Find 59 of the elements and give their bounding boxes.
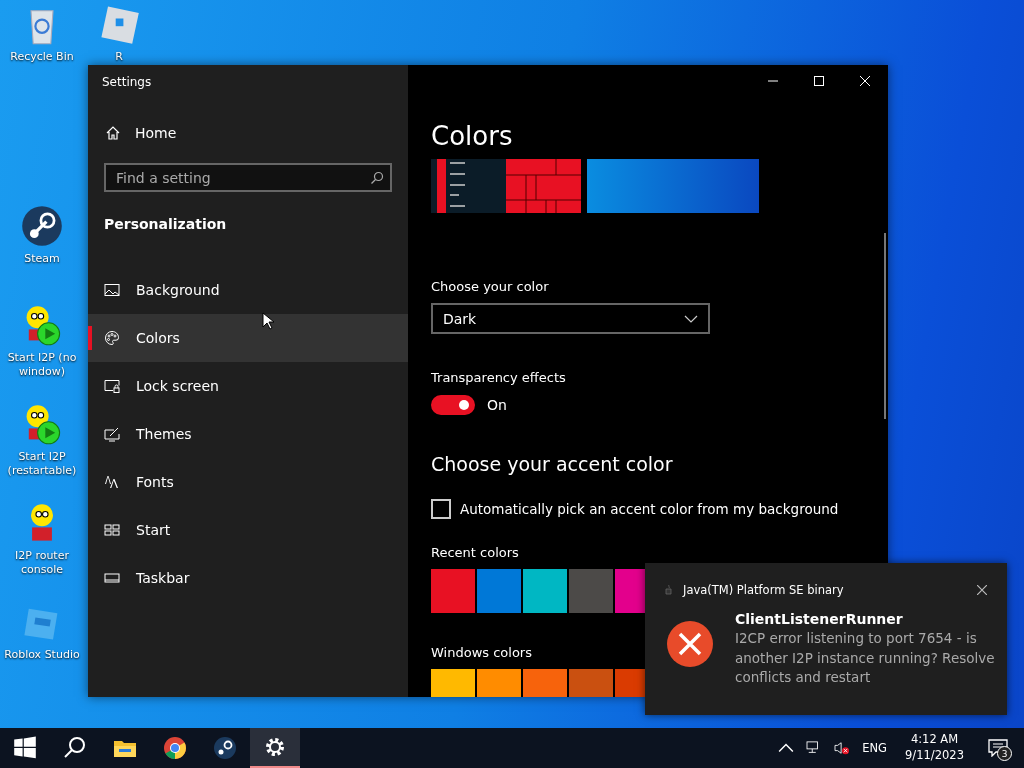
themes-icon <box>104 426 120 442</box>
steam-icon[interactable] <box>20 204 64 248</box>
nav-item[interactable]: Colors <box>88 314 408 362</box>
message-icon <box>988 739 1008 757</box>
cup-icon <box>665 584 673 596</box>
home-icon <box>105 125 121 141</box>
app-name: Java(TM) Platform SE binary <box>683 583 845 597</box>
taskbar-icon <box>104 570 120 586</box>
page-heading: Colors <box>431 121 513 151</box>
taskbar-settings-button[interactable] <box>250 728 300 768</box>
maximize-icon <box>814 76 824 86</box>
field-label: Transparency effects <box>431 370 566 385</box>
checkbox-label: Automatically pick an accent color from my background <box>460 501 839 517</box>
field-label: Recent colors <box>431 545 519 560</box>
chevron-up-icon[interactable] <box>778 741 795 755</box>
background-icon <box>104 282 120 298</box>
fonts-icon <box>104 474 120 490</box>
notification-title: ClientListenerRunner <box>735 611 904 627</box>
window-title: Settings <box>102 75 153 89</box>
home-link[interactable]: Home <box>105 125 408 141</box>
close-icon <box>860 76 870 86</box>
nav-item[interactable]: Themes <box>88 410 408 458</box>
nav-item[interactable]: Taskbar <box>88 554 408 602</box>
scrollbar[interactable] <box>884 233 886 419</box>
steam-icon <box>213 736 237 760</box>
muted-speaker-icon[interactable] <box>834 741 851 755</box>
color-swatch[interactable] <box>569 569 613 613</box>
start-icon <box>104 522 120 538</box>
checkbox[interactable] <box>431 499 451 519</box>
notification-message: I2CP error listening to port 7654 - is another I2P instance running? Resolve conflicts and restart <box>735 629 995 688</box>
color-mode-dropdown[interactable]: Dark <box>431 303 710 334</box>
field-label: Choose your color <box>431 279 549 294</box>
color-swatch[interactable] <box>431 569 475 613</box>
gear-icon <box>263 735 287 759</box>
browser-icon <box>163 736 187 760</box>
chevron-down-icon <box>684 314 698 323</box>
nav-item[interactable]: Lock screen <box>88 362 408 410</box>
windows-logo-icon <box>13 736 37 760</box>
search-icon <box>63 736 87 760</box>
clock[interactable]: 4:12 AM 9/11/2023 <box>905 732 964 764</box>
mouse-cursor-icon <box>262 312 274 330</box>
toggle-switch[interactable] <box>431 395 475 415</box>
color-swatch[interactable] <box>477 569 521 613</box>
language-indicator[interactable]: ENG <box>862 741 888 755</box>
colors-icon <box>104 330 120 346</box>
nav-item[interactable]: Background <box>88 266 408 314</box>
close-icon[interactable] <box>977 585 987 595</box>
nav-item[interactable]: Start <box>88 506 408 554</box>
field-label: Windows colors <box>431 645 532 660</box>
action-center-button[interactable]: 3 <box>982 728 1014 768</box>
section-heading: Personalization <box>104 216 228 232</box>
section-heading: Choose your accent color <box>431 453 673 475</box>
search-icon <box>370 171 384 185</box>
lock-icon <box>104 378 120 394</box>
error-icon <box>667 621 713 667</box>
toggle-state: On <box>487 397 507 413</box>
color-swatch[interactable] <box>523 569 567 613</box>
search-field[interactable]: Find a setting <box>104 163 392 192</box>
nav-item[interactable]: Fonts <box>88 458 408 506</box>
